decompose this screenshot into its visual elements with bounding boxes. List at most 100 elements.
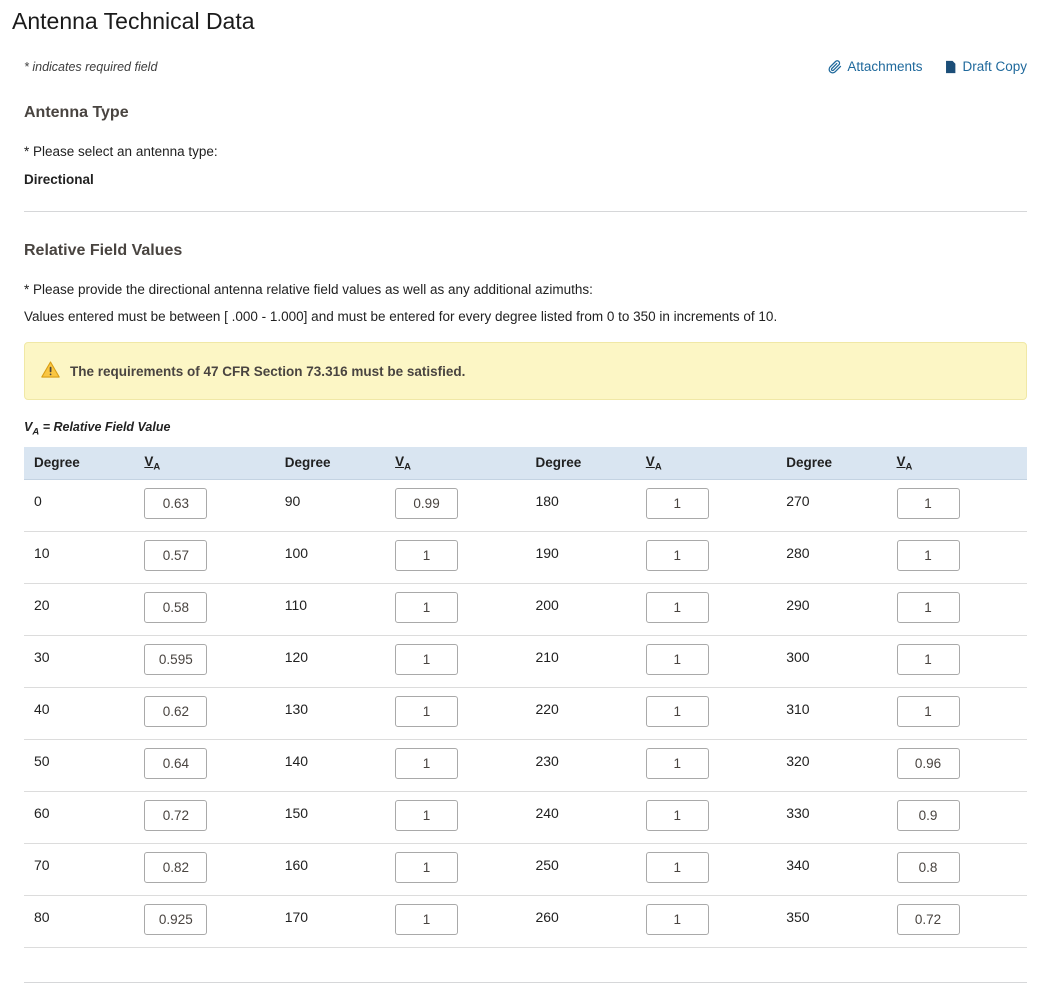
degree-label: 270	[776, 480, 886, 532]
va-input-cell	[385, 896, 525, 948]
relative-field-input-200[interactable]	[646, 592, 709, 623]
va-input-cell	[134, 792, 274, 844]
warning-text: The requirements of 47 CFR Section 73.31…	[70, 364, 465, 379]
relative-field-input-80[interactable]	[144, 904, 207, 935]
va-input-cell	[887, 480, 1027, 532]
relative-field-input-250[interactable]	[646, 852, 709, 883]
required-field-note: * indicates required field	[24, 60, 157, 74]
va-input-cell	[887, 896, 1027, 948]
relative-field-input-330[interactable]	[897, 800, 960, 831]
relative-field-input-270[interactable]	[897, 488, 960, 519]
page-title: Antenna Technical Data	[12, 8, 1027, 35]
va-input-cell	[636, 688, 776, 740]
va-input-cell	[134, 688, 274, 740]
relative-field-heading: Relative Field Values	[24, 242, 1027, 260]
relative-field-input-100[interactable]	[395, 540, 458, 571]
relative-field-input-70[interactable]	[144, 852, 207, 883]
relative-field-input-20[interactable]	[144, 592, 207, 623]
va-input-cell	[134, 740, 274, 792]
va-input-cell	[887, 844, 1027, 896]
degree-label: 290	[776, 584, 886, 636]
relative-field-input-280[interactable]	[897, 540, 960, 571]
degree-label: 50	[24, 740, 134, 792]
relative-field-input-40[interactable]	[144, 696, 207, 727]
relative-field-input-60[interactable]	[144, 800, 207, 831]
degree-label: 300	[776, 636, 886, 688]
relative-field-input-320[interactable]	[897, 748, 960, 779]
va-legend-text: = Relative Field Value	[39, 420, 170, 434]
section-divider	[24, 211, 1027, 212]
relative-field-input-130[interactable]	[395, 696, 458, 727]
relative-field-input-350[interactable]	[897, 904, 960, 935]
relative-field-input-50[interactable]	[144, 748, 207, 779]
degree-label: 250	[525, 844, 635, 896]
table-header-row: Degree VA Degree VA Degree VA Degree VA	[24, 447, 1027, 480]
va-legend: VA = Relative Field Value	[24, 420, 1027, 438]
antenna-type-section: Antenna Type * Please select an antenna …	[24, 104, 1027, 187]
warning-icon	[41, 361, 60, 381]
degree-label: 160	[275, 844, 385, 896]
va-input-cell	[385, 584, 525, 636]
relative-field-input-300[interactable]	[897, 644, 960, 675]
degree-label: 70	[24, 844, 134, 896]
relative-field-input-340[interactable]	[897, 852, 960, 883]
degree-label: 230	[525, 740, 635, 792]
table-row: 70160250340	[24, 844, 1027, 896]
attachments-label: Attachments	[847, 59, 922, 74]
draft-copy-link[interactable]: Draft Copy	[944, 59, 1027, 74]
degree-label: 30	[24, 636, 134, 688]
page-container: Antenna Technical Data * indicates requi…	[0, 0, 1053, 1003]
relative-field-input-240[interactable]	[646, 800, 709, 831]
va-input-cell	[134, 896, 274, 948]
va-header: VA	[385, 447, 525, 480]
degree-label: 170	[275, 896, 385, 948]
relative-field-input-310[interactable]	[897, 696, 960, 727]
relative-field-input-120[interactable]	[395, 644, 458, 675]
relative-field-input-230[interactable]	[646, 748, 709, 779]
degree-label: 20	[24, 584, 134, 636]
relative-field-input-160[interactable]	[395, 852, 458, 883]
va-header: VA	[134, 447, 274, 480]
degree-label: 180	[525, 480, 635, 532]
va-input-cell	[636, 740, 776, 792]
degree-label: 240	[525, 792, 635, 844]
degree-label: 150	[275, 792, 385, 844]
relative-field-input-140[interactable]	[395, 748, 458, 779]
table-row: 40130220310	[24, 688, 1027, 740]
relative-field-input-210[interactable]	[646, 644, 709, 675]
va-input-cell	[385, 844, 525, 896]
degree-label: 200	[525, 584, 635, 636]
relative-field-input-170[interactable]	[395, 904, 458, 935]
relative-field-input-10[interactable]	[144, 540, 207, 571]
va-input-cell	[134, 532, 274, 584]
degree-label: 350	[776, 896, 886, 948]
degree-label: 140	[275, 740, 385, 792]
relative-field-prompt: * Please provide the directional antenna…	[24, 282, 1027, 297]
degree-header: Degree	[776, 447, 886, 480]
degree-header: Degree	[525, 447, 635, 480]
relative-field-input-220[interactable]	[646, 696, 709, 727]
attachments-link[interactable]: Attachments	[828, 59, 922, 74]
degree-label: 130	[275, 688, 385, 740]
degree-label: 210	[525, 636, 635, 688]
table-row: 20110200290	[24, 584, 1027, 636]
antenna-type-prompt: * Please select an antenna type:	[24, 144, 1027, 159]
va-input-cell	[385, 688, 525, 740]
degree-label: 0	[24, 480, 134, 532]
relative-field-input-260[interactable]	[646, 904, 709, 935]
va-input-cell	[887, 688, 1027, 740]
relative-field-input-290[interactable]	[897, 592, 960, 623]
va-legend-symbol: VA	[24, 420, 39, 434]
relative-field-input-110[interactable]	[395, 592, 458, 623]
degree-label: 60	[24, 792, 134, 844]
relative-field-input-90[interactable]	[395, 488, 458, 519]
degree-header: Degree	[275, 447, 385, 480]
relative-field-input-180[interactable]	[646, 488, 709, 519]
va-input-cell	[887, 636, 1027, 688]
relative-field-input-30[interactable]	[144, 644, 207, 675]
relative-field-section: Relative Field Values * Please provide t…	[24, 242, 1027, 983]
relative-field-input-190[interactable]	[646, 540, 709, 571]
va-input-cell	[636, 636, 776, 688]
relative-field-input-150[interactable]	[395, 800, 458, 831]
relative-field-input-0[interactable]	[144, 488, 207, 519]
